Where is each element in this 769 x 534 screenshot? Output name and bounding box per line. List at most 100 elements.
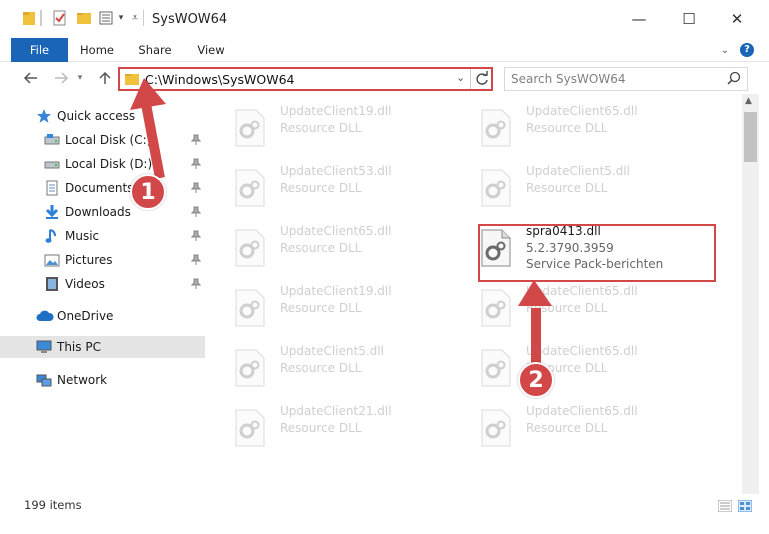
- file-item[interactable]: UpdateClient19.dll Resource DLL: [210, 100, 410, 154]
- forward-button[interactable]: [50, 68, 72, 88]
- properties-icon[interactable]: [52, 10, 68, 26]
- file-description: Resource DLL: [526, 181, 608, 195]
- address-bar[interactable]: C:\Windows\SysWOW64 ⌄: [118, 67, 493, 91]
- star-icon: [36, 108, 52, 124]
- pin-icon[interactable]: [190, 206, 202, 221]
- dll-file-icon: [234, 109, 266, 147]
- back-button[interactable]: [20, 68, 42, 88]
- search-icon[interactable]: [727, 71, 741, 88]
- tab-home[interactable]: Home: [72, 38, 122, 62]
- drive-icon: [44, 156, 60, 172]
- file-name: UpdateClient65.dll: [526, 284, 638, 298]
- ribbon-expand-icon[interactable]: ⌄: [718, 38, 732, 62]
- refresh-icon[interactable]: [475, 71, 489, 90]
- file-description: Resource DLL: [280, 241, 362, 255]
- download-icon: [44, 204, 60, 220]
- customize-icon[interactable]: [98, 10, 114, 26]
- file-item[interactable]: UpdateClient5.dll Resource DLL: [210, 340, 410, 394]
- chevron-down-icon[interactable]: ⌄: [456, 71, 465, 84]
- scroll-up-icon[interactable]: ▲: [745, 96, 752, 106]
- dll-file-icon: [234, 289, 266, 327]
- sidebar-item-label: Downloads: [65, 205, 131, 219]
- new-folder-icon[interactable]: [76, 10, 92, 26]
- dll-file-icon: [480, 289, 512, 327]
- sidebar-item-label: Local Disk (C:): [65, 133, 152, 147]
- file-item[interactable]: UpdateClient53.dll Resource DLL: [210, 160, 410, 214]
- close-button[interactable]: ✕: [714, 0, 760, 38]
- details-view-icon[interactable]: [717, 499, 733, 513]
- recent-locations-button[interactable]: ▾: [74, 68, 86, 88]
- search-input[interactable]: [511, 70, 721, 88]
- file-item[interactable]: UpdateClient65.dll Resource DLL: [456, 280, 656, 334]
- address-path[interactable]: C:\Windows\SysWOW64: [145, 72, 294, 87]
- minimize-button[interactable]: —: [616, 0, 662, 38]
- search-box[interactable]: [504, 67, 748, 91]
- sidebar-item-local-disk-c[interactable]: Local Disk (C:): [0, 129, 205, 151]
- dll-file-icon: [480, 109, 512, 147]
- file-description: Resource DLL: [526, 121, 608, 135]
- large-icons-view-icon[interactable]: [737, 499, 753, 513]
- pin-icon[interactable]: [190, 230, 202, 245]
- title-bar: ▾ ⩡ SysWOW64 — ☐ ✕: [0, 0, 769, 38]
- callout-step-1: 1: [130, 174, 166, 210]
- up-button[interactable]: [94, 68, 116, 88]
- file-item[interactable]: UpdateClient5.dll Resource DLL: [456, 160, 656, 214]
- vertical-scrollbar[interactable]: ▲ ▼: [742, 94, 759, 514]
- sidebar-item-this-pc[interactable]: This PC: [0, 336, 205, 358]
- file-name: UpdateClient65.dll: [526, 344, 638, 358]
- file-item[interactable]: UpdateClient65.dll Resource DLL: [456, 100, 656, 154]
- scrollbar-thumb[interactable]: [744, 112, 757, 162]
- sidebar-item-documents[interactable]: Documents: [0, 177, 205, 199]
- navigation-pane: Quick access Local Disk (C:) Local Disk …: [0, 94, 208, 494]
- window-title: SysWOW64: [152, 12, 228, 27]
- sidebar-item-label: OneDrive: [57, 309, 114, 323]
- pin-icon[interactable]: [190, 182, 202, 197]
- sidebar-item-music[interactable]: Music: [0, 225, 205, 247]
- dll-file-icon: [234, 229, 266, 267]
- pictures-icon: [44, 252, 60, 268]
- file-item[interactable]: UpdateClient65.dll Resource DLL: [210, 220, 410, 274]
- sidebar-item-onedrive[interactable]: OneDrive: [0, 305, 205, 327]
- file-item[interactable]: UpdateClient65.dll Resource DLL: [456, 400, 656, 454]
- chevron-down-icon[interactable]: ▾: [116, 10, 126, 26]
- folder-icon: [125, 72, 139, 89]
- dll-file-icon: [480, 349, 512, 387]
- separator: [143, 10, 144, 26]
- quick-access-dropdown-icon[interactable]: ⩡: [130, 10, 140, 26]
- sidebar-item-label: Network: [57, 373, 108, 387]
- sidebar-item-videos[interactable]: Videos: [0, 273, 205, 295]
- sidebar-item-quick-access[interactable]: Quick access: [0, 105, 205, 127]
- file-item[interactable]: UpdateClient21.dll Resource DLL: [210, 400, 410, 454]
- item-count: 199 items: [24, 498, 82, 512]
- tab-share[interactable]: Share: [130, 38, 180, 62]
- help-button[interactable]: ?: [738, 38, 756, 62]
- file-name: UpdateClient65.dll: [280, 224, 392, 238]
- videos-icon: [44, 276, 60, 292]
- pin-icon[interactable]: [190, 158, 202, 173]
- help-icon: ?: [740, 43, 754, 57]
- sidebar-item-label: Pictures: [65, 253, 113, 267]
- callout-step-2: 2: [518, 362, 554, 398]
- sidebar-item-downloads[interactable]: Downloads: [0, 201, 205, 223]
- file-item[interactable]: UpdateClient19.dll Resource DLL: [210, 280, 410, 334]
- file-item[interactable]: UpdateClient65.dll Resource DLL: [456, 340, 656, 394]
- tab-view[interactable]: View: [186, 38, 236, 62]
- file-description: Resource DLL: [280, 301, 362, 315]
- pin-icon[interactable]: [190, 134, 202, 149]
- sidebar-item-pictures[interactable]: Pictures: [0, 249, 205, 271]
- sidebar-item-network[interactable]: Network: [0, 369, 205, 391]
- pin-icon[interactable]: [190, 278, 202, 293]
- dll-file-icon: [234, 169, 266, 207]
- maximize-button[interactable]: ☐: [666, 0, 712, 38]
- navigation-bar: ▾ C:\Windows\SysWOW64 ⌄: [0, 62, 769, 94]
- arrow-left-icon: [23, 72, 37, 84]
- sidebar-item-label: This PC: [57, 340, 101, 354]
- pin-icon[interactable]: [190, 254, 202, 269]
- status-bar: 199 items: [0, 494, 769, 534]
- file-description: Resource DLL: [280, 181, 362, 195]
- documents-icon: [44, 180, 60, 196]
- file-description: Resource DLL: [526, 301, 608, 315]
- tab-file[interactable]: File: [11, 38, 68, 62]
- sidebar-item-local-disk-d[interactable]: Local Disk (D:): [0, 153, 205, 175]
- cloud-icon: [36, 308, 54, 324]
